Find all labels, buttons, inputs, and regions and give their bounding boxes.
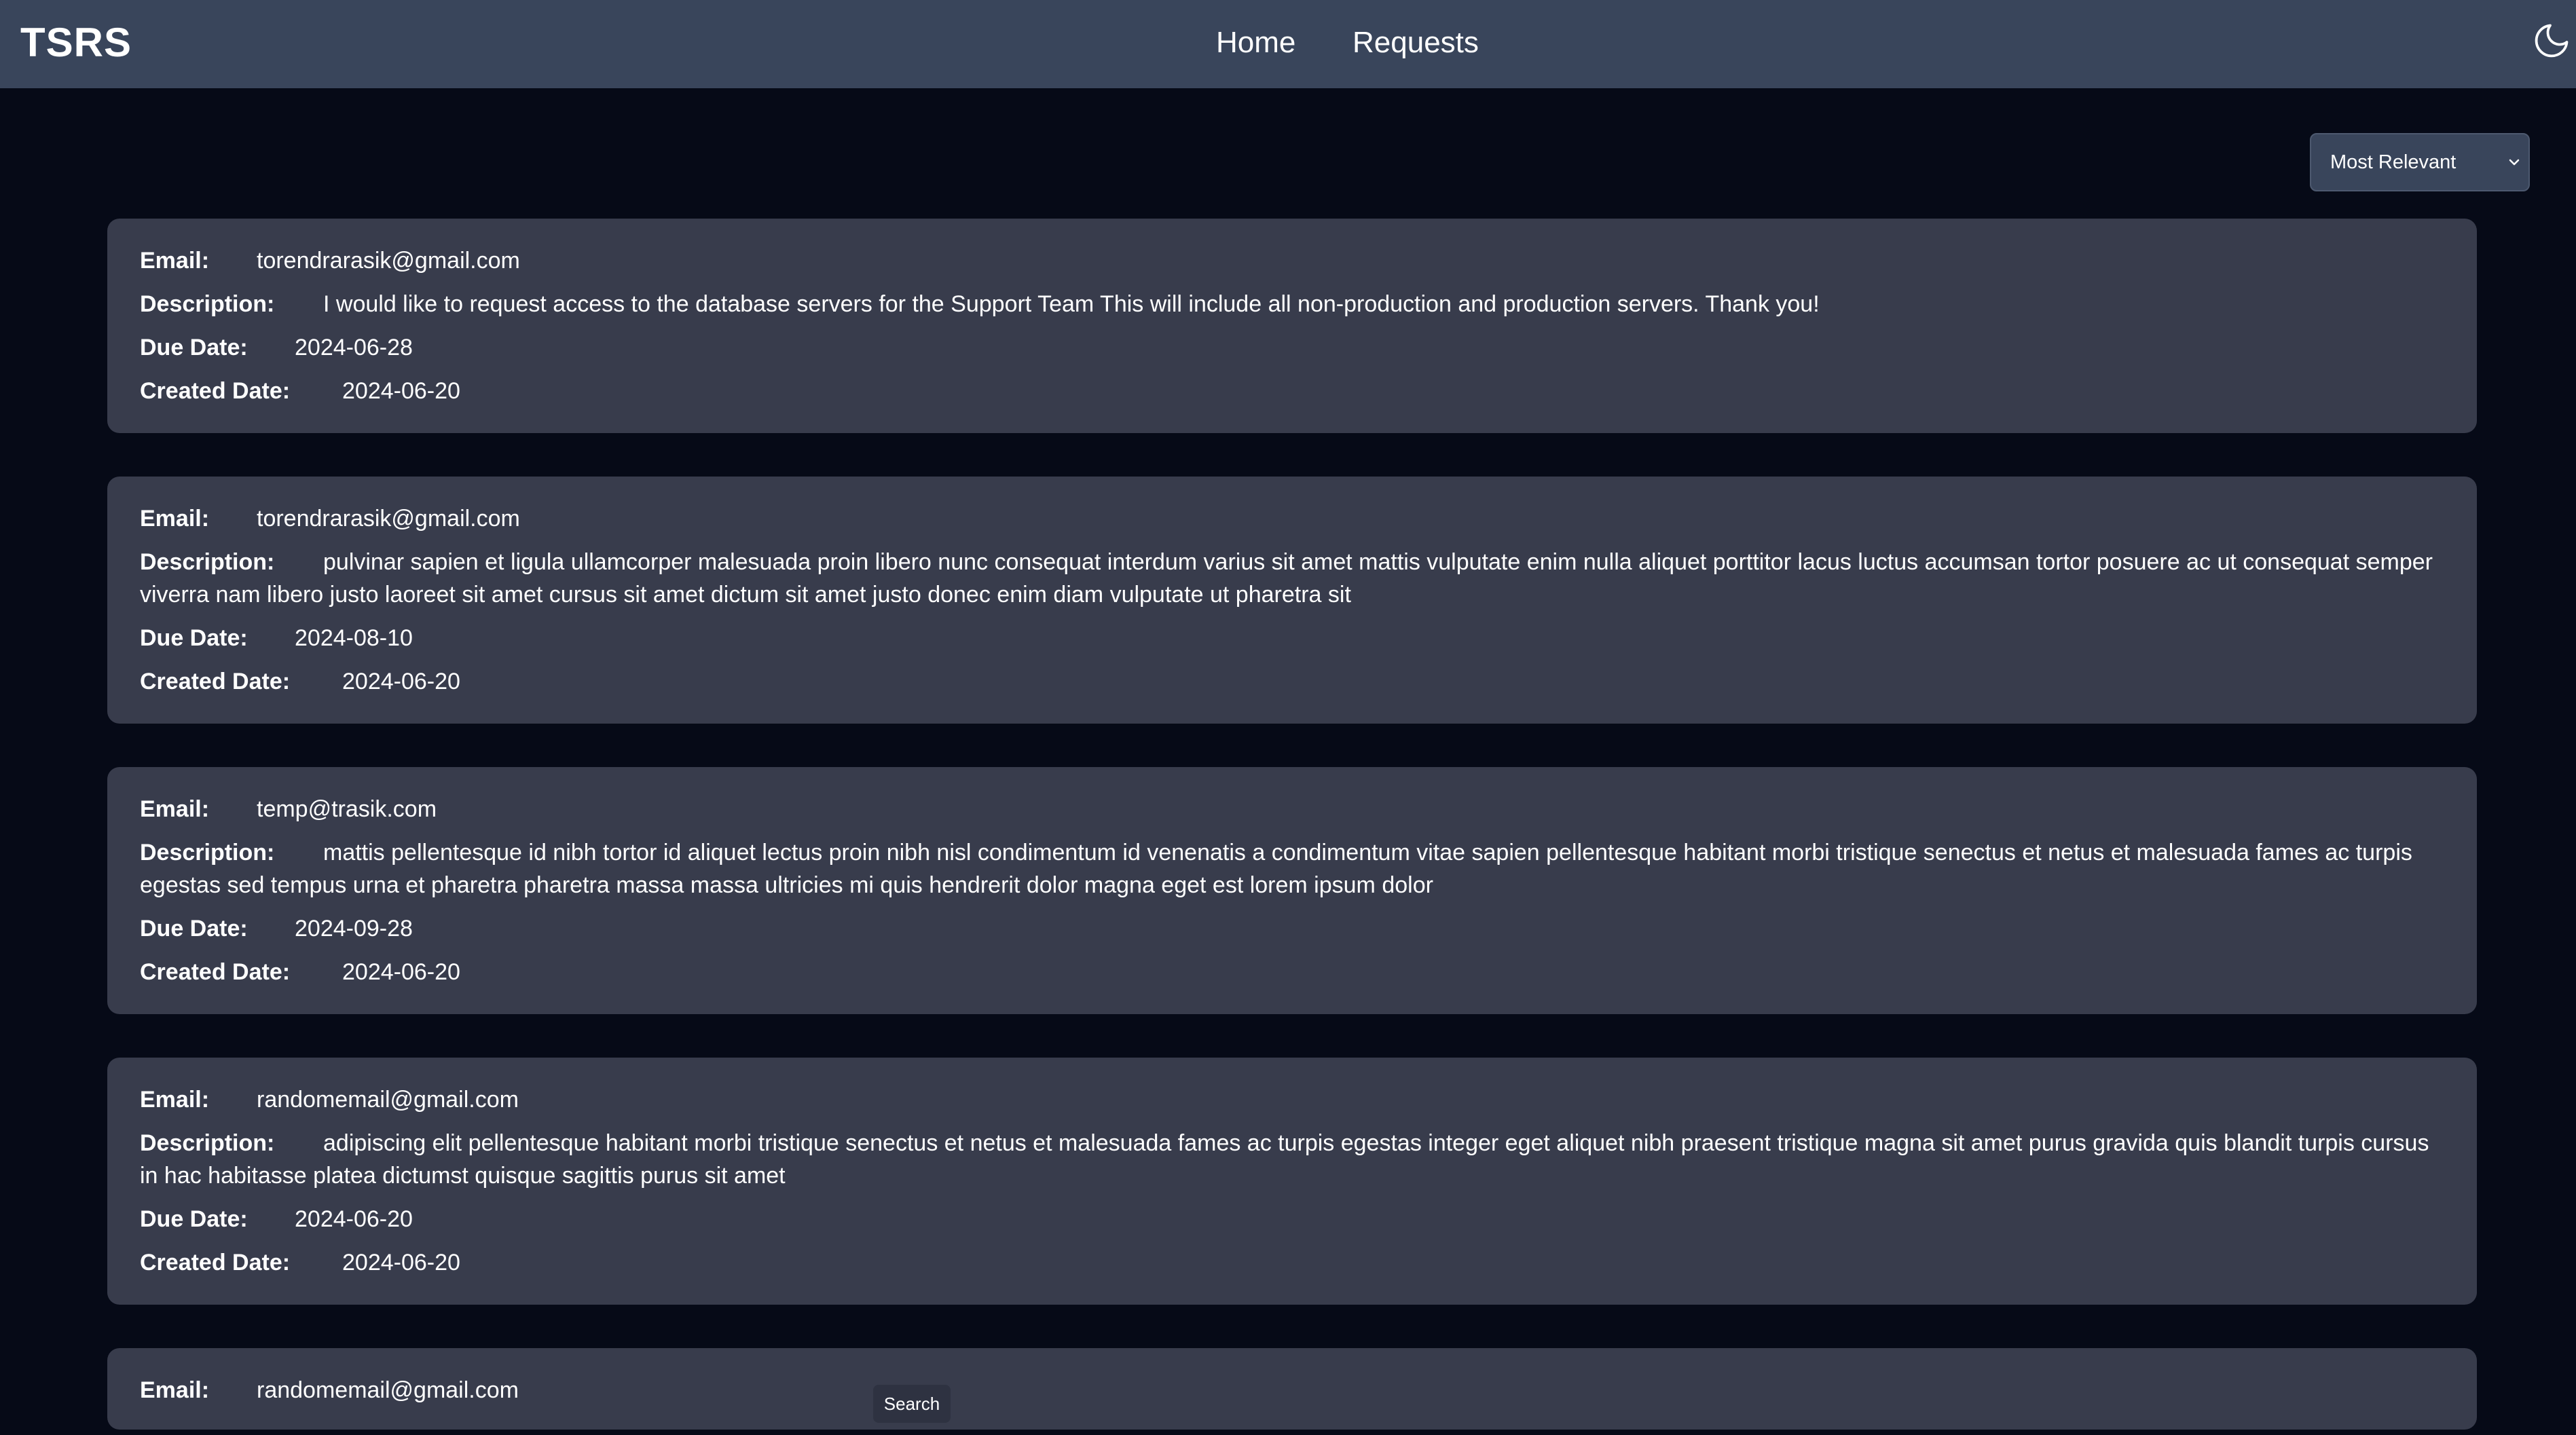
- email-label: Email:: [140, 1377, 210, 1403]
- due-date-row: Due Date: 2024-06-20: [140, 1203, 2444, 1235]
- created-date-row: Created Date: 2024-06-20: [140, 375, 2444, 407]
- email-row: Email: randomemail@gmail.com: [140, 1083, 2444, 1116]
- sort-selected-value: Most Relevant: [2330, 151, 2457, 173]
- email-label: Email:: [140, 1087, 210, 1113]
- description-row: Description: adipiscing elit pellentesque…: [140, 1127, 2444, 1192]
- moon-icon[interactable]: [2531, 20, 2572, 61]
- due-date-value: 2024-06-20: [295, 1206, 413, 1232]
- request-card[interactable]: Email: torendrarasik@gmail.com Descriptio…: [107, 219, 2477, 433]
- description-label: Description:: [140, 291, 275, 317]
- created-date-value: 2024-06-20: [342, 669, 460, 694]
- due-date-label: Due Date:: [140, 916, 248, 942]
- email-value: torendrarasik@gmail.com: [257, 248, 520, 274]
- due-date-value: 2024-09-28: [295, 916, 413, 942]
- brand-logo[interactable]: TSRS: [20, 19, 132, 66]
- created-date-label: Created Date:: [140, 378, 291, 404]
- description-label: Description:: [140, 549, 275, 575]
- email-value: torendrarasik@gmail.com: [257, 506, 520, 532]
- email-value: randomemail@gmail.com: [257, 1377, 519, 1403]
- created-date-value: 2024-06-20: [342, 378, 460, 404]
- description-value: I would like to request access to the da…: [323, 291, 1820, 317]
- created-date-row: Created Date: 2024-06-20: [140, 665, 2444, 698]
- search-tooltip: Search: [873, 1385, 951, 1423]
- description-value: mattis pellentesque id nibh tortor id al…: [140, 840, 2412, 898]
- nav-requests-link[interactable]: Requests: [1353, 26, 1479, 60]
- email-row: Email: temp@trasik.com: [140, 793, 2444, 825]
- request-card[interactable]: Email: temp@trasik.com Description: mattis…: [107, 767, 2477, 1014]
- email-value: temp@trasik.com: [257, 796, 437, 822]
- description-row: Description: I would like to request acce…: [140, 288, 2444, 320]
- top-navbar: TSRS Home Requests: [0, 0, 2576, 88]
- description-row: Description: mattis pellentesque id nibh …: [140, 836, 2444, 901]
- created-date-row: Created Date: 2024-06-20: [140, 1246, 2444, 1279]
- created-date-label: Created Date:: [140, 959, 291, 985]
- due-date-label: Due Date:: [140, 335, 248, 360]
- due-date-value: 2024-08-10: [295, 625, 413, 651]
- chevron-down-icon: [2507, 134, 2522, 190]
- created-date-row: Created Date: 2024-06-20: [140, 956, 2444, 988]
- created-date-label: Created Date:: [140, 1250, 291, 1275]
- due-date-label: Due Date:: [140, 1206, 248, 1232]
- email-value: randomemail@gmail.com: [257, 1087, 519, 1113]
- due-date-value: 2024-06-28: [295, 335, 413, 360]
- description-value: pulvinar sapien et ligula ullamcorper ma…: [140, 549, 2433, 608]
- email-row: Email: torendrarasik@gmail.com: [140, 244, 2444, 277]
- description-label: Description:: [140, 1130, 275, 1156]
- created-date-label: Created Date:: [140, 669, 291, 694]
- description-label: Description:: [140, 840, 275, 865]
- request-card[interactable]: Email: torendrarasik@gmail.com Descriptio…: [107, 477, 2477, 724]
- email-label: Email:: [140, 796, 210, 822]
- email-label: Email:: [140, 248, 210, 274]
- request-card[interactable]: Email: randomemail@gmail.com Description:…: [107, 1058, 2477, 1305]
- sort-select[interactable]: Most Relevant: [2310, 133, 2530, 191]
- email-row: Email: torendrarasik@gmail.com: [140, 502, 2444, 535]
- description-row: Description: pulvinar sapien et ligula ul…: [140, 546, 2444, 611]
- due-date-row: Due Date: 2024-09-28: [140, 912, 2444, 945]
- created-date-value: 2024-06-20: [342, 1250, 460, 1275]
- description-value: adipiscing elit pellentesque habitant mo…: [140, 1130, 2429, 1189]
- due-date-label: Due Date:: [140, 625, 248, 651]
- nav-home-link[interactable]: Home: [1216, 26, 1295, 60]
- request-card[interactable]: Email: randomemail@gmail.com: [107, 1348, 2477, 1430]
- email-label: Email:: [140, 506, 210, 532]
- email-row: Email: randomemail@gmail.com: [140, 1374, 2444, 1406]
- due-date-row: Due Date: 2024-06-28: [140, 331, 2444, 364]
- created-date-value: 2024-06-20: [342, 959, 460, 985]
- request-list: Email: torendrarasik@gmail.com Descriptio…: [107, 219, 2477, 1430]
- due-date-row: Due Date: 2024-08-10: [140, 622, 2444, 654]
